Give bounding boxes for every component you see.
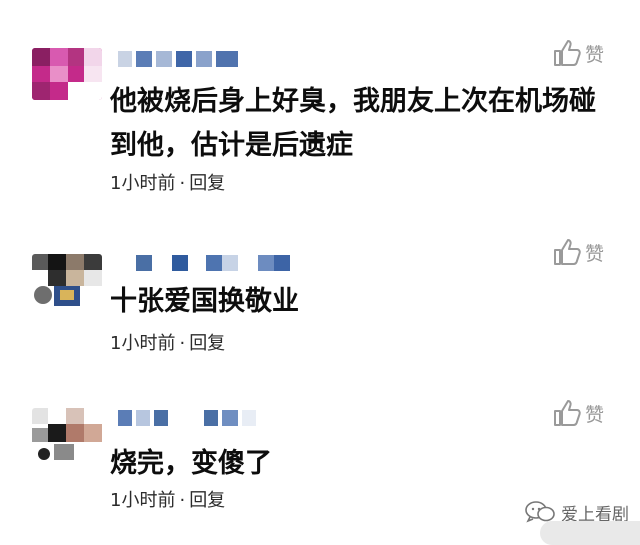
thumbs-up-icon: [554, 239, 581, 265]
like-button[interactable]: 赞: [552, 398, 604, 428]
avatar[interactable]: [32, 408, 102, 460]
comment-text: 他被烧后身上好臭，我朋友上次在机场碰到他，估计是后遗症: [110, 86, 596, 161]
avatar[interactable]: [32, 254, 102, 306]
comment-text: 烧完，变傻了: [110, 448, 272, 479]
timestamp: 1小时前: [110, 173, 176, 194]
reply-link[interactable]: 回复: [189, 490, 225, 511]
meta-separator: ·: [179, 173, 186, 194]
comment-meta: 1小时前 · 回复: [110, 489, 225, 513]
like-button[interactable]: 赞: [552, 38, 604, 68]
timestamp: 1小时前: [110, 490, 176, 511]
like-button[interactable]: 赞: [552, 237, 604, 267]
meta-separator: ·: [179, 333, 186, 354]
meta-separator: ·: [179, 490, 186, 511]
avatar[interactable]: [32, 48, 102, 100]
comment-meta: 1小时前 · 回复: [110, 332, 225, 356]
username-pixelated[interactable]: [118, 410, 258, 426]
comment-item: 赞 他被烧后身上好臭，我朋友上次在机场碰到他，估计是后遗症 1小时前 · 回复: [0, 0, 640, 200]
comment-item: 赞 十张爱国换敬业 1小时前 · 回复: [0, 200, 640, 370]
username-pixelated[interactable]: [136, 255, 292, 271]
bottom-bar-edge: [540, 521, 640, 545]
timestamp: 1小时前: [110, 333, 176, 354]
reply-link[interactable]: 回复: [189, 173, 225, 194]
comment-meta: 1小时前 · 回复: [110, 172, 225, 196]
username-pixelated[interactable]: [118, 51, 240, 67]
like-label: 赞: [585, 403, 605, 426]
like-label: 赞: [585, 242, 605, 265]
comment-text: 十张爱国换敬业: [110, 286, 299, 317]
thumbs-up-icon: [554, 400, 581, 426]
like-label: 赞: [585, 43, 605, 66]
thumbs-up-icon: [554, 40, 581, 66]
reply-link[interactable]: 回复: [189, 333, 225, 354]
